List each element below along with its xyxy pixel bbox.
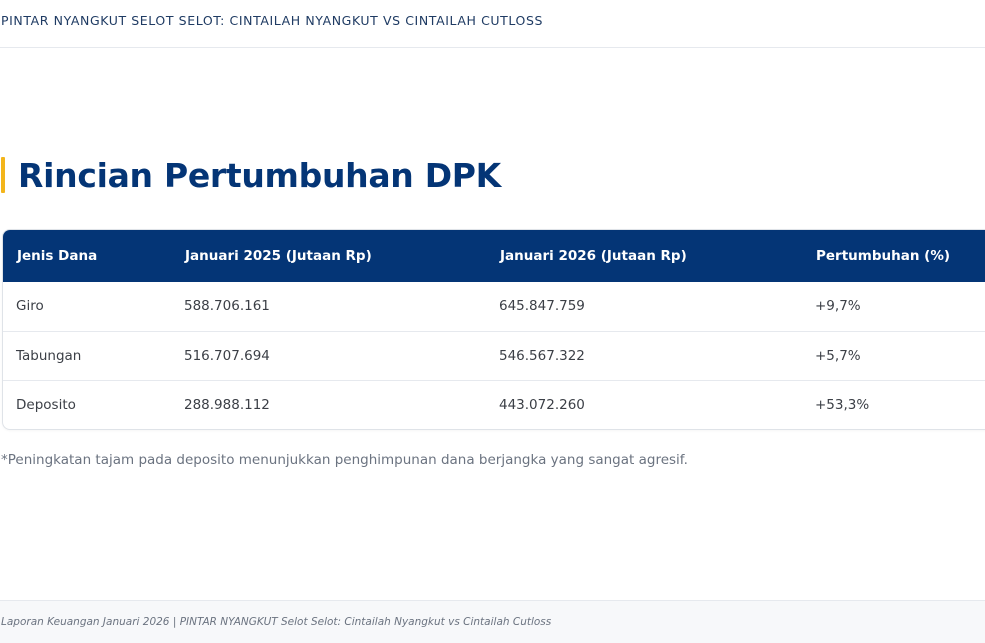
page: PINTAR NYANGKUT SELOT SELOT: CINTAILAH N… xyxy=(0,0,985,643)
footer-text: Laporan Keuangan Januari 2026 | PINTAR N… xyxy=(1,616,552,628)
cell-pertumbuhan: +53,3% xyxy=(815,396,870,413)
table-header: Jenis Dana Januari 2025 (Jutaan Rp) Janu… xyxy=(3,230,985,282)
dpk-table-container: Jenis Dana Januari 2025 (Jutaan Rp) Janu… xyxy=(2,229,985,430)
cell-januari-2026: 546.567.322 xyxy=(499,347,585,364)
cell-januari-2026: 443.072.260 xyxy=(499,396,585,413)
table-body: Giro 588.706.161 645.847.759 +9,7% Tabun… xyxy=(3,282,985,429)
cell-pertumbuhan: +5,7% xyxy=(815,347,861,364)
section-heading: Rincian Pertumbuhan DPK xyxy=(1,155,501,195)
cell-januari-2025: 288.988.112 xyxy=(184,396,270,413)
dpk-growth-table: Jenis Dana Januari 2025 (Jutaan Rp) Janu… xyxy=(3,230,985,429)
page-footer: Laporan Keuangan Januari 2026 | PINTAR N… xyxy=(0,600,985,643)
site-title[interactable]: PINTAR NYANGKUT SELOT SELOT: CINTAILAH N… xyxy=(1,13,543,28)
column-header-januari-2026: Januari 2026 (Jutaan Rp) xyxy=(500,248,687,264)
table-row: Tabungan 516.707.694 546.567.322 +5,7% xyxy=(3,331,985,380)
cell-januari-2025: 588.706.161 xyxy=(184,298,270,315)
table-header-row: Jenis Dana Januari 2025 (Jutaan Rp) Janu… xyxy=(3,230,985,282)
table-row: Giro 588.706.161 645.847.759 +9,7% xyxy=(3,282,985,331)
table-row: Deposito 288.988.112 443.072.260 +53,3% xyxy=(3,380,985,429)
cell-jenis-dana: Giro xyxy=(16,298,44,315)
cell-pertumbuhan: +9,7% xyxy=(815,298,861,315)
column-header-jenis-dana: Jenis Dana xyxy=(17,248,98,264)
cell-jenis-dana: Deposito xyxy=(16,396,76,413)
cell-jenis-dana: Tabungan xyxy=(16,347,82,364)
cell-januari-2025: 516.707.694 xyxy=(184,347,270,364)
page-title: Rincian Pertumbuhan DPK xyxy=(18,155,501,195)
heading-accent-bar xyxy=(1,157,5,193)
column-header-pertumbuhan: Pertumbuhan (%) xyxy=(816,248,951,264)
cell-januari-2026: 645.847.759 xyxy=(499,298,585,315)
table-footnote: *Peningkatan tajam pada deposito menunju… xyxy=(1,452,688,468)
column-header-januari-2025: Januari 2025 (Jutaan Rp) xyxy=(185,248,372,264)
top-bar: PINTAR NYANGKUT SELOT SELOT: CINTAILAH N… xyxy=(0,0,985,48)
